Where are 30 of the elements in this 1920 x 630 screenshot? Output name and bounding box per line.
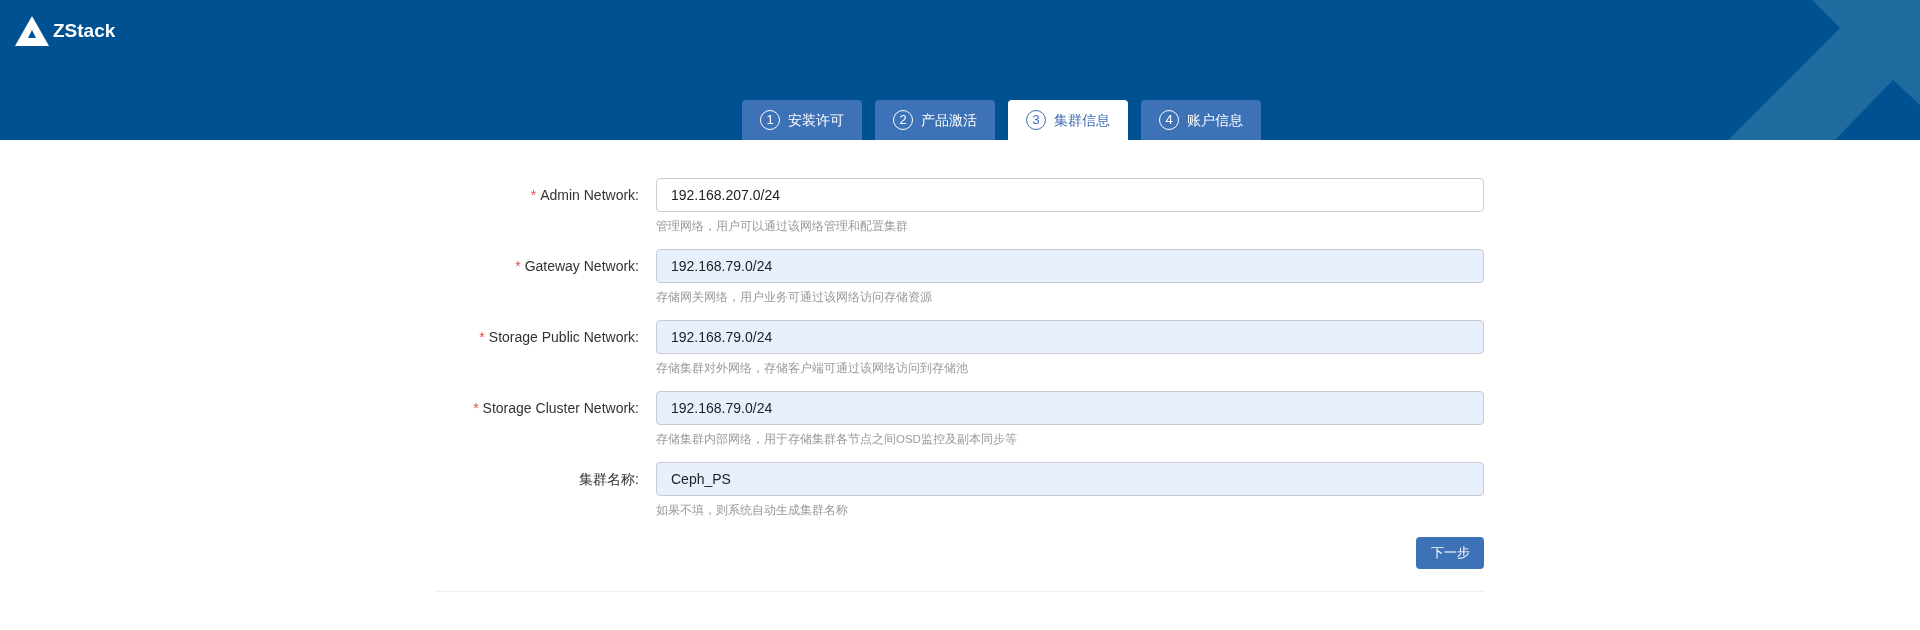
field-hint: 管理网络，用户可以通过该网络管理和配置集群 (656, 219, 909, 234)
required-asterisk: * (515, 256, 521, 276)
step-tab[interactable]: 4 账户信息 (1141, 100, 1261, 140)
text-input[interactable]: 192.168.79.0/24 (656, 249, 1484, 283)
step-label: 安装许可 (788, 110, 844, 130)
text-input[interactable]: 192.168.79.0/24 (656, 391, 1484, 425)
next-button[interactable]: 下一步 (1416, 537, 1484, 569)
field-label: Gateway Network: (524, 256, 639, 276)
text-input[interactable]: 192.168.79.0/24 (656, 320, 1484, 354)
text-input[interactable]: 192.168.207.0/24 (656, 178, 1484, 212)
required-asterisk: * (479, 327, 485, 347)
text-input[interactable]: Ceph_PS (656, 462, 1484, 496)
step-label: 账户信息 (1187, 110, 1243, 130)
step-label: 集群信息 (1054, 110, 1110, 130)
step-label: 产品激活 (921, 110, 977, 130)
field-hint: 如果不填，则系统自动生成集群名称 (656, 503, 849, 518)
field-label: Admin Network: (540, 185, 639, 205)
field-label: Storage Public Network: (488, 327, 639, 347)
step-tab[interactable]: 3 集群信息 (1008, 100, 1128, 140)
field-label: 集群名称: (579, 469, 639, 489)
required-asterisk: * (530, 185, 537, 205)
field-hint: 存储集群内部网络，用于存储集群各节点之间OSD监控及副本同步等 (656, 432, 1018, 447)
logo-text: ZStack (53, 18, 116, 43)
field-label: Storage Cluster Network: (482, 398, 639, 418)
field-hint: 存储网关网络，用户业务可通过该网络访问存储资源 (656, 290, 933, 305)
logo-icon (15, 16, 49, 46)
required-asterisk: * (473, 398, 479, 418)
step-tab[interactable]: 2 产品激活 (875, 100, 995, 140)
field-hint: 存储集群对外网络，存储客户端可通过该网络访问到存储池 (656, 361, 969, 376)
step-tab[interactable]: 1 安装许可 (742, 100, 862, 140)
